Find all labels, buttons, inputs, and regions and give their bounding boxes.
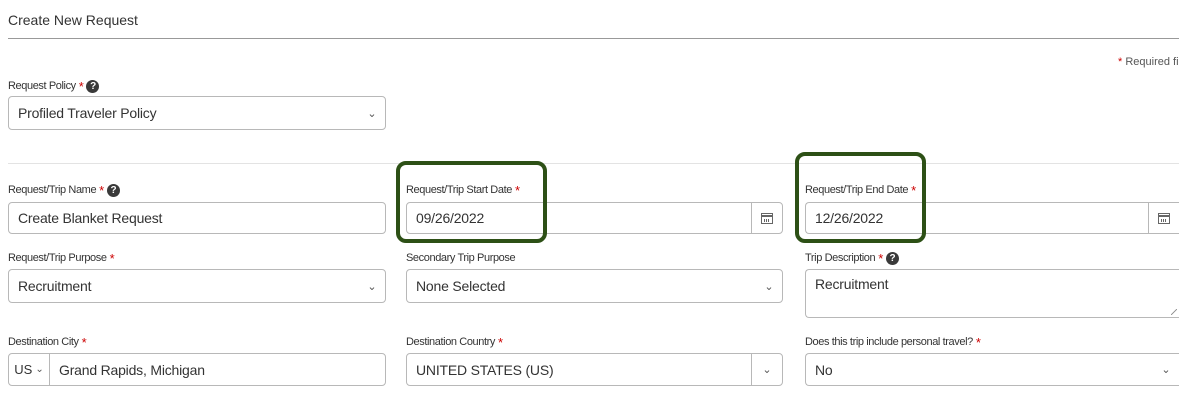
required-asterisk: * [498, 334, 503, 350]
destination-city-label: Destination City * [8, 334, 87, 350]
required-asterisk: * [81, 334, 87, 350]
destination-city-input[interactable]: US ⌄ Grand Rapids, Michigan [8, 353, 386, 386]
start-date-highlight [396, 161, 547, 243]
page-title: Create New Request [8, 12, 138, 28]
required-asterisk: * [878, 250, 883, 266]
required-field-note: * Required field [1118, 56, 1179, 68]
country-code-picker[interactable]: US ⌄ [9, 354, 50, 385]
end-date-highlight [795, 152, 926, 243]
calendar-icon [1158, 212, 1170, 224]
destination-country-label: Destination Country * [406, 335, 503, 349]
request-policy-value: Profiled Traveler Policy [18, 105, 157, 121]
trip-description-label-text: Trip Description [805, 252, 876, 264]
request-policy-label-text: Request Policy [8, 80, 76, 92]
destination-city-label-text: Destination City [8, 336, 79, 348]
chevron-down-icon: ⌄ [764, 280, 774, 293]
secondary-purpose-label-text: Secondary Trip Purpose [406, 252, 516, 264]
trip-purpose-label: Request/Trip Purpose * [8, 250, 115, 266]
destination-country-value: UNITED STATES (US) [416, 361, 554, 378]
chevron-down-icon: ⌄ [35, 364, 44, 375]
help-icon[interactable]: ? [885, 251, 899, 265]
destination-city-value: Grand Rapids, Michigan [59, 361, 205, 378]
chevron-down-icon: ⌄ [367, 107, 377, 120]
request-policy-select[interactable]: Profiled Traveler Policy ⌄ [8, 96, 386, 130]
chevron-down-icon: ⌄ [751, 354, 782, 385]
trip-name-label-text: Request/Trip Name [8, 184, 97, 196]
trip-purpose-select[interactable]: Recruitment ⌄ [8, 269, 386, 303]
help-icon[interactable]: ? [86, 79, 100, 93]
personal-travel-label: Does this trip include personal travel? … [805, 335, 981, 349]
required-field-text: Required field [1125, 56, 1179, 68]
trip-name-input[interactable]: Create Blanket Request [8, 202, 386, 234]
personal-travel-label-text: Does this trip include personal travel? [805, 336, 973, 348]
calendar-icon [761, 212, 773, 224]
chevron-down-icon: ⌄ [367, 280, 377, 293]
calendar-button[interactable] [751, 203, 782, 233]
section-divider [8, 163, 1179, 164]
trip-name-value: Create Blanket Request [18, 210, 163, 226]
destination-country-select[interactable]: UNITED STATES (US) ⌄ [406, 353, 783, 386]
destination-country-label-text: Destination Country [406, 336, 496, 348]
title-divider [8, 38, 1179, 39]
secondary-purpose-select[interactable]: None Selected ⌄ [406, 269, 783, 303]
trip-description-label: Trip Description * ? [805, 251, 899, 265]
secondary-purpose-value: None Selected [416, 278, 506, 294]
trip-description-textarea[interactable]: Recruitment [805, 269, 1179, 318]
trip-purpose-label-text: Request/Trip Purpose [8, 252, 107, 264]
country-code-value: US [14, 362, 33, 377]
required-asterisk: * [109, 250, 115, 266]
trip-name-label: Request/Trip Name * ? [8, 183, 120, 197]
personal-travel-value: No [815, 361, 833, 378]
required-asterisk: * [975, 334, 981, 350]
trip-description-value: Recruitment [815, 276, 889, 292]
calendar-button[interactable] [1148, 203, 1179, 233]
personal-travel-select[interactable]: No ⌄ [805, 353, 1179, 386]
trip-purpose-value: Recruitment [18, 278, 92, 294]
required-asterisk: * [1118, 56, 1123, 68]
resize-grip-icon[interactable] [1171, 309, 1177, 315]
chevron-down-icon: ⌄ [1161, 364, 1171, 376]
required-asterisk: * [78, 78, 84, 94]
secondary-purpose-label: Secondary Trip Purpose [406, 251, 516, 265]
required-asterisk: * [99, 182, 104, 198]
help-icon[interactable]: ? [106, 183, 120, 197]
request-policy-label: Request Policy * ? [8, 78, 100, 94]
